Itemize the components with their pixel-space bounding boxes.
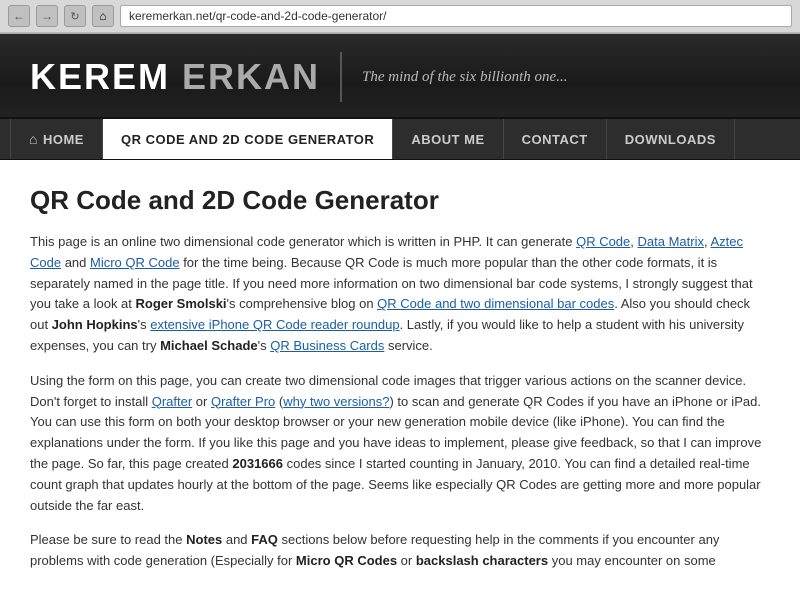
name-schade: Michael Schade <box>160 338 258 353</box>
backslash-label: backslash characters <box>416 553 548 568</box>
site-nav: ⌂ HOME QR CODE AND 2D CODE GENERATOR ABO… <box>0 119 800 160</box>
nav-item-about[interactable]: ABOUT ME <box>393 119 503 159</box>
nav-label-qrcode: QR CODE AND 2D CODE GENERATOR <box>121 132 374 147</box>
content-area: QR Code and 2D Code Generator This page … <box>0 160 800 611</box>
nav-label-about: ABOUT ME <box>411 132 484 147</box>
url-text: keremerkan.net/qr-code-and-2d-code-gener… <box>129 9 386 23</box>
browser-chrome: ← → ↻ ⌂ keremerkan.net/qr-code-and-2d-co… <box>0 0 800 34</box>
forward-button[interactable]: → <box>36 5 58 27</box>
link-iphone-roundup[interactable]: extensive iPhone QR Code reader roundup <box>150 317 399 332</box>
home-button[interactable]: ⌂ <box>92 5 114 27</box>
reload-button[interactable]: ↻ <box>64 5 86 27</box>
paragraph-1: This page is an online two dimensional c… <box>30 232 770 357</box>
nav-item-downloads[interactable]: DOWNLOADS <box>607 119 735 159</box>
logo-area: KEREM ERKAN The mind of the six billiont… <box>30 52 567 102</box>
nav-item-contact[interactable]: CONTACT <box>504 119 607 159</box>
link-qrafter-pro[interactable]: Qrafter Pro <box>211 394 275 409</box>
name-hopkins: John Hopkins <box>52 317 138 332</box>
code-count: 2031666 <box>232 456 283 471</box>
link-qr-blog[interactable]: QR Code and two dimensional bar codes <box>377 296 614 311</box>
tagline: The mind of the six billionth one... <box>362 69 567 86</box>
logo-divider <box>340 52 342 102</box>
logo-part1: KEREM <box>30 56 170 97</box>
paragraph-3: Please be sure to read the Notes and FAQ… <box>30 530 770 572</box>
micro-qr-label: Micro QR Codes <box>296 553 397 568</box>
nav-label-home: HOME <box>43 132 84 147</box>
logo-part2: ERKAN <box>182 56 320 97</box>
home-icon: ⌂ <box>29 131 38 147</box>
logo: KEREM ERKAN <box>30 56 320 98</box>
name-smolski: Roger Smolski <box>136 296 227 311</box>
browser-toolbar: ← → ↻ ⌂ keremerkan.net/qr-code-and-2d-co… <box>0 0 800 33</box>
paragraph-2: Using the form on this page, you can cre… <box>30 371 770 517</box>
link-qr-code[interactable]: QR Code <box>576 234 630 249</box>
faq-label: FAQ <box>251 532 278 547</box>
back-button[interactable]: ← <box>8 5 30 27</box>
nav-item-qrcode[interactable]: QR CODE AND 2D CODE GENERATOR <box>103 119 393 159</box>
address-bar[interactable]: keremerkan.net/qr-code-and-2d-code-gener… <box>120 5 792 27</box>
notes-label: Notes <box>186 532 222 547</box>
page-title: QR Code and 2D Code Generator <box>30 185 770 216</box>
link-micro-qr[interactable]: Micro QR Code <box>90 255 180 270</box>
site-header: KEREM ERKAN The mind of the six billiont… <box>0 34 800 119</box>
link-qrafter[interactable]: Qrafter <box>152 394 192 409</box>
nav-label-contact: CONTACT <box>522 132 588 147</box>
site-wrapper: KEREM ERKAN The mind of the six billiont… <box>0 34 800 611</box>
link-business-cards[interactable]: QR Business Cards <box>270 338 384 353</box>
link-data-matrix[interactable]: Data Matrix <box>638 234 704 249</box>
link-why-versions[interactable]: why two versions? <box>283 394 389 409</box>
nav-label-downloads: DOWNLOADS <box>625 132 716 147</box>
nav-item-home[interactable]: ⌂ HOME <box>10 119 103 159</box>
